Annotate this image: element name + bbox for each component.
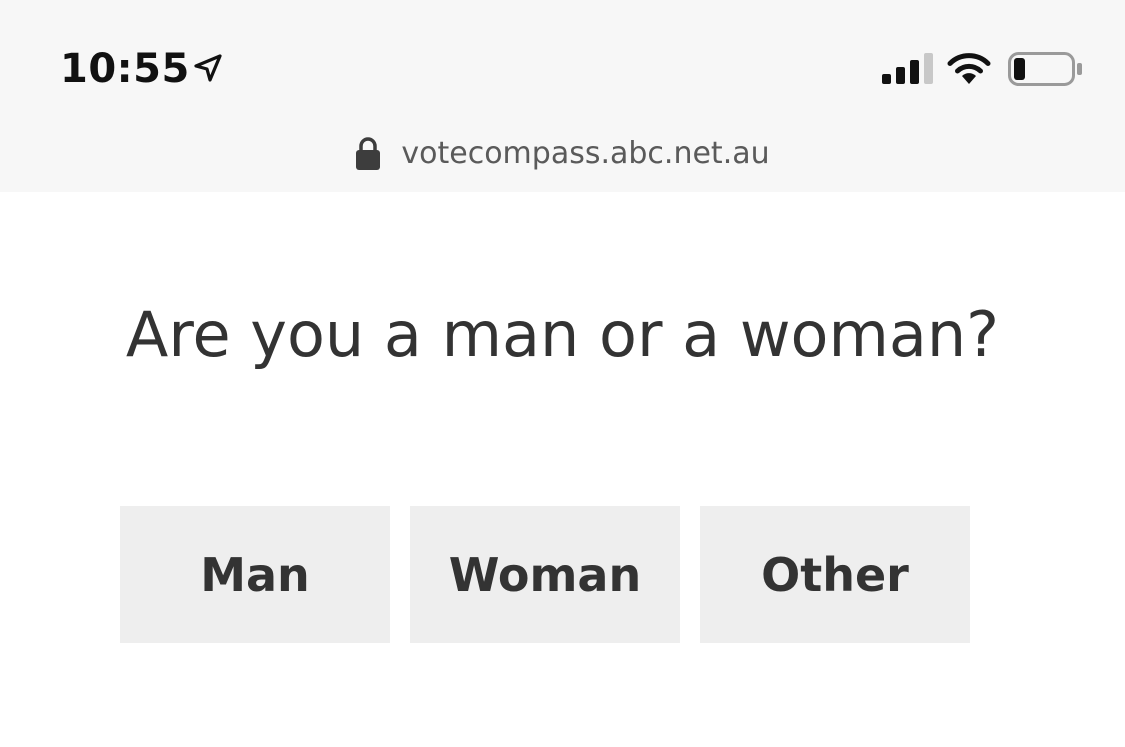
url-text: votecompass.abc.net.au [401,136,770,171]
wifi-icon [947,53,991,84]
address-bar[interactable]: votecompass.abc.net.au [0,130,1125,178]
answer-options: Man Woman Other [120,506,970,643]
battery-icon [1008,52,1082,86]
woman-button[interactable]: Woman [410,506,680,643]
lock-icon [356,137,381,170]
other-button[interactable]: Other [700,506,970,643]
battery-level-fill [1014,58,1025,80]
location-arrow-icon [194,54,222,82]
man-button[interactable]: Man [120,506,390,643]
cellular-signal-icon [882,53,933,84]
status-time: 10:55 [60,46,190,92]
question-heading: Are you a man or a woman? [125,298,1000,371]
browser-chrome: 10:55 votecompass.abc.net.au [0,0,1125,192]
